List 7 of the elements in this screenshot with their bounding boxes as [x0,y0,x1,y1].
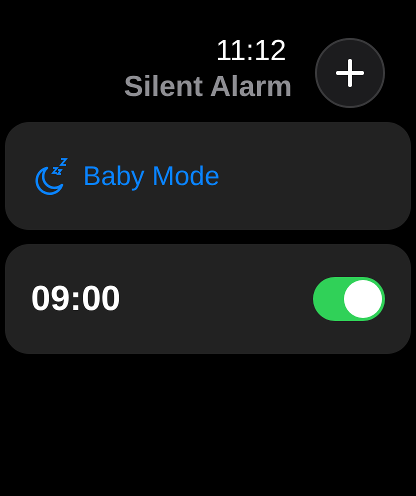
alarm-toggle[interactable] [313,277,385,321]
mode-card[interactable]: Baby Mode [5,122,411,230]
alarm-card[interactable]: 09:00 [5,244,411,354]
app-title: Silent Alarm [124,70,292,105]
plus-icon [335,58,365,88]
clock-time: 11:12 [216,34,286,69]
alarm-time: 09:00 [31,278,121,320]
